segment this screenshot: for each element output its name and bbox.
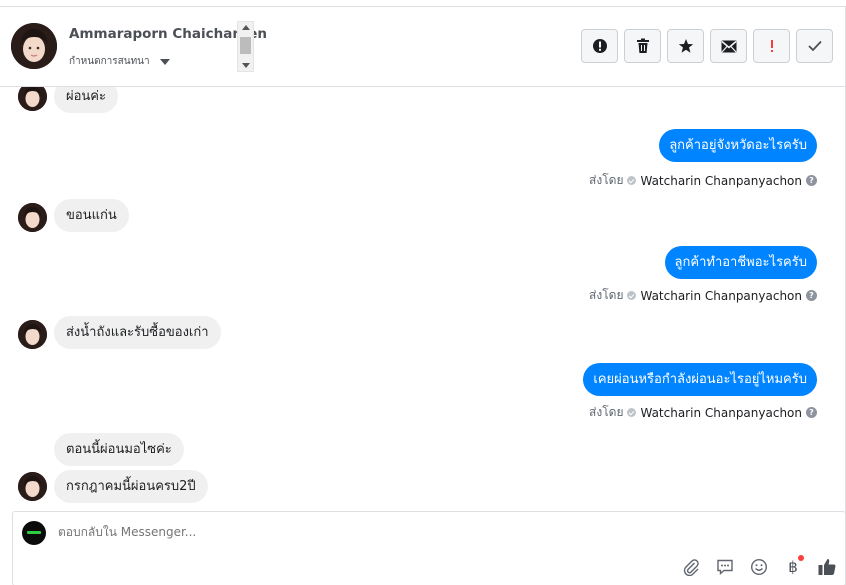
conversation-panel: Ammaraporn Chaicharoen กำหนดการสนทนา ผ่อ… [0, 6, 846, 585]
help-icon[interactable]: ? [806, 407, 817, 418]
mark-spam-button[interactable] [581, 29, 618, 63]
conversation-status-dropdown[interactable]: กำหนดการสนทนา [69, 54, 170, 69]
envelope-icon [720, 40, 737, 52]
sent-by-label: ส่งโดย [589, 405, 624, 419]
scroll-down-icon[interactable] [242, 63, 250, 68]
star-button[interactable] [667, 29, 704, 63]
composer-tools: ฿ [679, 555, 839, 579]
outgoing-message[interactable]: ลูกค้าอยู่จังหวัดอะไรครับ [659, 129, 817, 162]
saved-replies-button[interactable] [713, 555, 737, 579]
reply-input[interactable] [58, 525, 558, 539]
exclamation-circle-icon [592, 39, 607, 53]
sender-name[interactable]: Watcharin Chanpanyachon [640, 289, 802, 303]
contact-avatar-small [18, 472, 47, 501]
attach-button[interactable] [679, 555, 703, 579]
contact-avatar-small [18, 203, 47, 232]
mark-unread-button[interactable] [710, 29, 747, 63]
sent-by-info: ส่งโดย Watcharin Chanpanyachon ? [589, 286, 817, 305]
sender-name[interactable]: Watcharin Chanpanyachon [640, 406, 802, 420]
check-circle-icon [627, 408, 637, 417]
reply-composer: ฿ [12, 511, 846, 585]
mark-important-button[interactable] [753, 29, 790, 63]
contact-avatar-small [18, 320, 47, 349]
contact-avatar-small [18, 87, 47, 111]
header-scrollbar[interactable] [237, 21, 254, 72]
baht-icon: ฿ [788, 558, 798, 576]
check-circle-icon [627, 291, 637, 300]
check-circle-icon [627, 176, 637, 185]
payment-button[interactable]: ฿ [781, 555, 805, 579]
conversation-header: Ammaraporn Chaicharoen กำหนดการสนทนา [0, 7, 845, 87]
conversation-toolbar [581, 29, 833, 63]
star-icon [678, 39, 693, 53]
incoming-message[interactable]: ส่งน้ำถังและรับซื้อของเก่า [54, 316, 221, 349]
sent-by-label: ส่งโดย [589, 288, 624, 302]
conversation-status-label: กำหนดการสนทนา [69, 56, 150, 67]
scroll-thumb[interactable] [240, 37, 251, 54]
mark-done-button[interactable] [796, 29, 833, 63]
page-avatar [22, 521, 46, 545]
notification-dot [798, 555, 804, 561]
message-thread[interactable]: ผ่อนค่ะ ลูกค้าอยู่จังหวัดอะไรครับ ส่งโดย… [0, 87, 845, 512]
sent-by-label: ส่งโดย [589, 173, 624, 187]
delete-button[interactable] [624, 29, 661, 63]
chat-bubble-icon [717, 559, 733, 576]
help-icon[interactable]: ? [806, 290, 817, 301]
outgoing-message[interactable]: ลูกค้าทำอาชีพอะไรครับ [664, 246, 817, 279]
help-icon[interactable]: ? [806, 175, 817, 186]
paperclip-icon [683, 559, 699, 576]
exclamation-icon [770, 40, 773, 52]
sent-by-info: ส่งโดย Watcharin Chanpanyachon ? [589, 171, 817, 190]
smiley-icon [750, 558, 768, 576]
sent-by-info: ส่งโดย Watcharin Chanpanyachon ? [589, 403, 817, 422]
contact-avatar[interactable] [11, 23, 57, 69]
scroll-up-icon[interactable] [242, 25, 250, 30]
trash-icon [636, 38, 649, 53]
incoming-message[interactable]: ขอนแก่น [54, 199, 129, 232]
incoming-message[interactable]: ผ่อนค่ะ [54, 87, 118, 113]
check-icon [807, 40, 822, 52]
caret-down-icon [159, 58, 170, 65]
emoji-button[interactable] [747, 555, 771, 579]
like-button[interactable] [815, 555, 839, 579]
sender-name[interactable]: Watcharin Chanpanyachon [640, 174, 802, 188]
incoming-message[interactable]: ตอนนี้ผ่อนมอไซค่ะ [54, 433, 184, 466]
incoming-message[interactable]: กรกฎาคมนี้ผ่อนครบ2ปี [54, 470, 208, 503]
outgoing-message[interactable]: เคยผ่อนหรือกำลังผ่อนอะไรอยู่ไหมครับ [583, 363, 817, 396]
thumbs-up-icon [818, 559, 836, 575]
